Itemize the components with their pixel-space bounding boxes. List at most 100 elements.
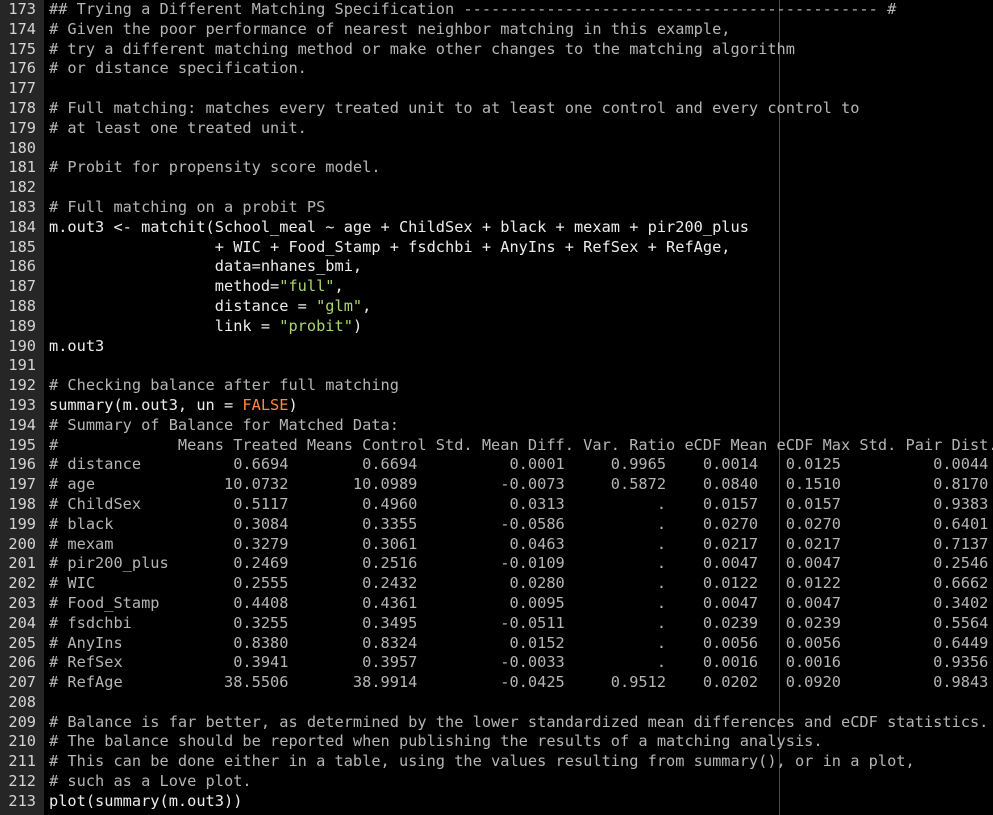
line-number: 199 [8, 514, 36, 533]
code-line[interactable]: 194 # Summary of Balance for Matched Data… [0, 416, 993, 436]
code-line[interactable]: 186 data=nhanes_bmi, [0, 257, 993, 277]
code-line[interactable]: 207 # RefAge 38.5506 38.9914 -0.0425 0.95… [0, 673, 993, 693]
line-number: 198 [8, 494, 36, 513]
code-line[interactable]: 205 # AnyIns 0.8380 0.8324 0.0152 . 0.005… [0, 634, 993, 654]
code-line[interactable]: 208 [0, 693, 993, 713]
code-line[interactable]: 202 # WIC 0.2555 0.2432 0.0280 . 0.0122 0… [0, 574, 993, 594]
code-line[interactable]: 184 m.out3 <- matchit(School_meal ~ age +… [0, 218, 993, 238]
code-text[interactable]: # RefSex 0.3941 0.3957 -0.0033 . 0.0016 … [49, 653, 988, 673]
code-line[interactable]: 182 [0, 178, 993, 198]
line-number: 209 [8, 712, 36, 731]
code-line[interactable]: 174 # Given the poor performance of neare… [0, 20, 993, 40]
line-number: 197 [8, 475, 36, 494]
code-text[interactable]: # age 10.0732 10.0989 -0.0073 0.5872 0.0… [49, 475, 988, 495]
code-token: # This can be done either in a table, us… [49, 752, 915, 771]
code-text[interactable]: + WIC + Food_Stamp + fsdchbi + AnyIns + … [49, 238, 731, 258]
code-line[interactable]: 197 # age 10.0732 10.0989 -0.0073 0.5872 … [0, 475, 993, 495]
code-text[interactable]: # Probit for propensity score model. [49, 158, 381, 178]
line-number: 196 [8, 455, 36, 474]
code-text[interactable]: # AnyIns 0.8380 0.8324 0.0152 . 0.0056 0… [49, 634, 988, 654]
code-line[interactable]: 210 # The balance should be reported when… [0, 732, 993, 752]
code-token: # RefAge 38.5506 38.9914 -0.0425 0.9512 … [49, 673, 989, 692]
code-line[interactable]: 192 # Checking balance after full matchin… [0, 376, 993, 396]
code-line[interactable]: 211 # This can be done either in a table,… [0, 752, 993, 772]
code-text[interactable]: method="full", [49, 277, 344, 297]
code-line[interactable]: 185 + WIC + Food_Stamp + fsdchbi + AnyIn… [0, 238, 993, 258]
code-line[interactable]: 212 # such as a Love plot. [0, 772, 993, 792]
code-line[interactable]: 181 # Probit for propensity score model. [0, 158, 993, 178]
code-token: # fsdchbi 0.3255 0.3495 -0.0511 . 0.0239… [49, 613, 989, 632]
code-line[interactable]: 188 distance = "glm", [0, 297, 993, 317]
code-text[interactable]: # try a different matching method or mak… [49, 40, 795, 60]
code-text[interactable]: # Food_Stamp 0.4408 0.4361 0.0095 . 0.00… [49, 594, 988, 614]
line-number: 177 [8, 79, 36, 98]
line-number: 202 [8, 574, 36, 593]
code-text[interactable]: # Full matching: matches every treated u… [49, 99, 859, 119]
code-line[interactable]: 196 # distance 0.6694 0.6694 0.0001 0.996… [0, 455, 993, 475]
line-number: 201 [8, 554, 36, 573]
code-text[interactable]: # or distance specification. [49, 59, 307, 79]
code-text[interactable]: # Given the poor performance of nearest … [49, 20, 731, 40]
code-text[interactable]: # fsdchbi 0.3255 0.3495 -0.0511 . 0.0239… [49, 614, 988, 634]
code-token: summary(m.out3, un = [49, 395, 243, 414]
code-token: # ChildSex 0.5117 0.4960 0.0313 . 0.0157… [49, 494, 989, 513]
code-line[interactable]: 206 # RefSex 0.3941 0.3957 -0.0033 . 0.00… [0, 653, 993, 673]
code-line[interactable]: 204 # fsdchbi 0.3255 0.3495 -0.0511 . 0.0… [0, 614, 993, 634]
code-line[interactable]: 177 [0, 79, 993, 99]
code-text[interactable]: distance = "glm", [49, 297, 372, 317]
code-line[interactable]: 190 m.out3 [0, 337, 993, 357]
code-editor[interactable]: 173 ## Trying a Different Matching Specif… [0, 0, 993, 815]
code-text[interactable]: # ChildSex 0.5117 0.4960 0.0313 . 0.0157… [49, 495, 988, 515]
code-text[interactable]: # such as a Love plot. [49, 772, 252, 792]
code-text[interactable]: # black 0.3084 0.3355 -0.0586 . 0.0270 0… [49, 515, 988, 535]
code-line[interactable]: 187 method="full", [0, 277, 993, 297]
code-text[interactable]: # mexam 0.3279 0.3061 0.0463 . 0.0217 0.… [49, 535, 988, 555]
code-text[interactable]: # Checking balance after full matching [49, 376, 399, 396]
code-line[interactable]: 213 plot(summary(m.out3)) [0, 792, 993, 812]
code-line[interactable]: 178 # Full matching: matches every treate… [0, 99, 993, 119]
code-text[interactable]: summary(m.out3, un = FALSE) [49, 396, 298, 416]
code-token: FALSE [242, 395, 289, 414]
code-line[interactable]: 180 [0, 139, 993, 159]
code-line[interactable]: 203 # Food_Stamp 0.4408 0.4361 0.0095 . 0… [0, 594, 993, 614]
code-text[interactable]: # WIC 0.2555 0.2432 0.0280 . 0.0122 0.01… [49, 574, 988, 594]
code-line[interactable]: 195 # Means Treated Means Control Std. Me… [0, 436, 993, 456]
code-text[interactable]: plot(summary(m.out3)) [49, 792, 242, 812]
code-line[interactable]: 191 [0, 356, 993, 376]
code-token: # such as a Love plot. [49, 772, 252, 791]
line-number: 193 [8, 395, 36, 414]
code-line[interactable]: 189 link = "probit") [0, 317, 993, 337]
code-text[interactable]: # RefAge 38.5506 38.9914 -0.0425 0.9512 … [49, 673, 988, 693]
code-text[interactable]: # Balance is far better, as determined b… [49, 713, 988, 733]
code-token: # try a different matching method or mak… [49, 39, 795, 58]
code-line[interactable]: 175 # try a different matching method or … [0, 40, 993, 60]
code-text[interactable]: # This can be done either in a table, us… [49, 752, 915, 772]
code-text[interactable]: # The balance should be reported when pu… [49, 732, 823, 752]
code-text[interactable]: m.out3 [49, 337, 104, 357]
code-text[interactable]: m.out3 <- matchit(School_meal ~ age + Ch… [49, 218, 749, 238]
code-line[interactable]: 173 ## Trying a Different Matching Specif… [0, 0, 993, 20]
code-text[interactable]: # at least one treated unit. [49, 119, 307, 139]
code-line[interactable]: 209 # Balance is far better, as determine… [0, 713, 993, 733]
code-line[interactable]: 198 # ChildSex 0.5117 0.4960 0.0313 . 0.0… [0, 495, 993, 515]
code-text[interactable]: # distance 0.6694 0.6694 0.0001 0.9965 0… [49, 455, 988, 475]
code-line[interactable]: 183 # Full matching on a probit PS [0, 198, 993, 218]
code-line[interactable]: 199 # black 0.3084 0.3355 -0.0586 . 0.027… [0, 515, 993, 535]
code-text[interactable]: link = "probit") [49, 317, 362, 337]
code-line[interactable]: 176 # or distance specification. [0, 59, 993, 79]
code-text[interactable]: # Summary of Balance for Matched Data: [49, 416, 399, 436]
code-token: # Full matching: matches every treated u… [49, 98, 860, 117]
code-line[interactable]: 179 # at least one treated unit. [0, 119, 993, 139]
code-line[interactable]: 201 # pir200_plus 0.2469 0.2516 -0.0109 .… [0, 554, 993, 574]
code-text[interactable]: # Full matching on a probit PS [49, 198, 325, 218]
line-number: 186 [8, 257, 36, 276]
code-text[interactable]: # pir200_plus 0.2469 0.2516 -0.0109 . 0.… [49, 554, 988, 574]
code-lines[interactable]: 173 ## Trying a Different Matching Specif… [0, 0, 993, 812]
line-number: 212 [8, 772, 36, 791]
line-number: 176 [8, 59, 36, 78]
code-text[interactable]: ## Trying a Different Matching Specifica… [49, 0, 896, 20]
code-text[interactable]: # Means Treated Means Control Std. Mean … [49, 436, 993, 456]
code-line[interactable]: 193 summary(m.out3, un = FALSE) [0, 396, 993, 416]
code-line[interactable]: 200 # mexam 0.3279 0.3061 0.0463 . 0.0217… [0, 535, 993, 555]
code-text[interactable]: data=nhanes_bmi, [49, 257, 362, 277]
